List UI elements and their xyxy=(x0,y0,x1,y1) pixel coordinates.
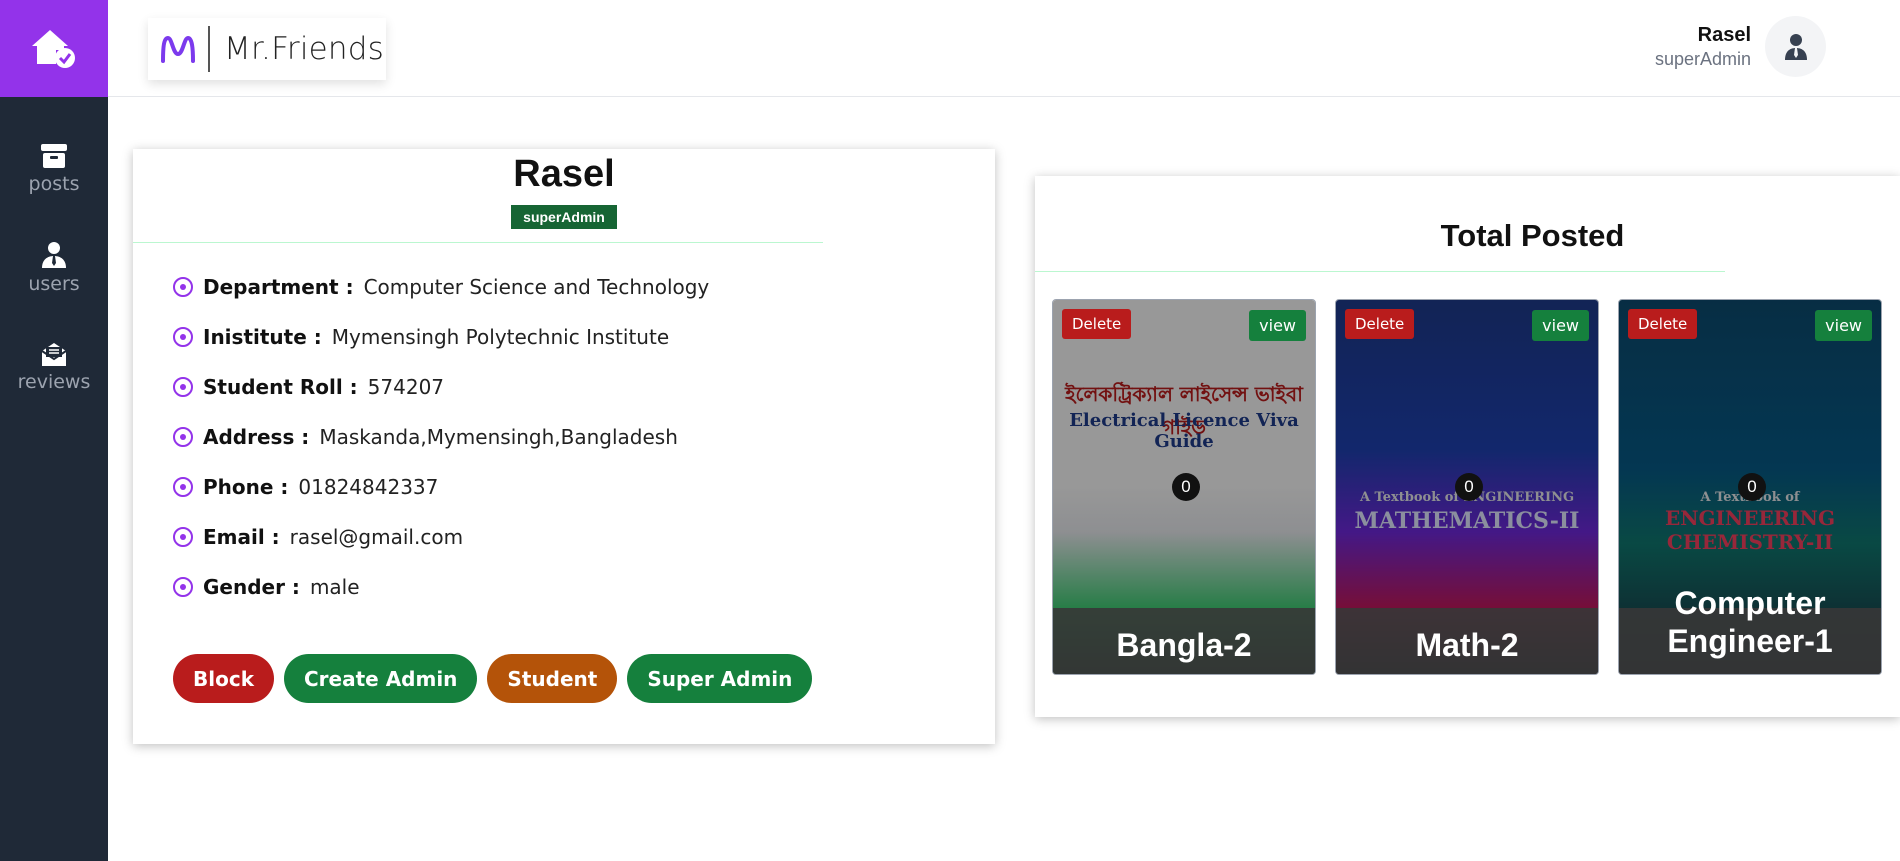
info-value: Maskanda,Mymensingh,Bangladesh xyxy=(319,425,678,449)
info-label: Student Roll : xyxy=(203,375,358,399)
sidebar-item-reviews[interactable]: reviews xyxy=(0,341,108,393)
role-badge: superAdmin xyxy=(511,205,617,229)
radio-dot-icon xyxy=(173,477,193,497)
radio-dot-icon xyxy=(173,527,193,547)
radio-dot-icon xyxy=(173,327,193,347)
view-button[interactable]: view xyxy=(1532,310,1589,341)
divider xyxy=(1035,271,1725,272)
sidebar-item-label: users xyxy=(28,273,80,295)
book-list: ইলেকট্রিক্যাল লাইসেন্স ভাইবা গাইড Electr… xyxy=(1052,299,1900,675)
home-logo[interactable] xyxy=(0,0,108,97)
user-menu[interactable]: Rasel superAdmin xyxy=(1655,16,1826,77)
brand-divider xyxy=(208,26,210,72)
info-row-phone: Phone : 01824842337 xyxy=(173,462,709,512)
brand-m-logo xyxy=(161,35,195,63)
divider xyxy=(133,242,823,243)
brand-logo[interactable]: Mr.Friends xyxy=(148,18,386,80)
info-row-address: Address : Maskanda,Mymensingh,Bangladesh xyxy=(173,412,709,462)
info-value: Computer Science and Technology xyxy=(363,275,710,299)
info-row-gender: Gender : male xyxy=(173,562,709,612)
super-admin-button[interactable]: Super Admin xyxy=(627,654,813,703)
delete-button[interactable]: Delete xyxy=(1345,309,1415,339)
header-user-role: superAdmin xyxy=(1654,48,1751,69)
avatar[interactable] xyxy=(1765,16,1826,77)
brand-name: Mr.Friends xyxy=(224,31,384,67)
profile-card: Rasel superAdmin Department : Computer S… xyxy=(133,149,995,744)
info-row-email: Email : rasel@gmail.com xyxy=(173,512,709,562)
book-card[interactable]: ইলেকট্রিক্যাল লাইসেন্স ভাইবা গাইড Electr… xyxy=(1052,299,1316,675)
book-card[interactable]: A Textbook of ENGINEERING MATHEMATICS-II… xyxy=(1335,299,1599,675)
sidebar-item-label: reviews xyxy=(17,371,91,393)
radio-dot-icon xyxy=(173,427,193,447)
post-count-badge: 0 xyxy=(1172,473,1200,501)
info-label: Gender : xyxy=(203,575,300,599)
book-title: Bangla-2 xyxy=(1116,627,1252,663)
info-row-roll: Student Roll : 574207 xyxy=(173,362,709,412)
sidebar-item-posts[interactable]: posts xyxy=(0,143,108,195)
view-button[interactable]: view xyxy=(1249,310,1306,341)
posted-title: Total Posted xyxy=(1440,218,1625,253)
radio-dot-icon xyxy=(173,377,193,397)
profile-name: Rasel xyxy=(513,153,615,195)
create-admin-button[interactable]: Create Admin xyxy=(284,654,478,703)
book-title: Math-2 xyxy=(1415,627,1519,663)
info-value: 01824842337 xyxy=(298,475,439,499)
student-button[interactable]: Student xyxy=(487,654,618,703)
user-avatar-icon xyxy=(1784,33,1807,60)
book-card[interactable]: A Textbook of ENGINEERING CHEMISTRY-II D… xyxy=(1618,299,1882,675)
book-title: Computer Engineer-1 xyxy=(1667,585,1833,659)
envelope-open-icon xyxy=(41,343,67,366)
profile-actions: Block Create Admin Student Super Admin xyxy=(173,654,822,703)
post-count-badge: 0 xyxy=(1738,473,1766,501)
info-label: Inistitute : xyxy=(203,325,322,349)
user-tie-icon xyxy=(42,242,66,268)
total-posted-card: Total Posted ইলেকট্রিক্যাল লাইসেন্স ভাইব… xyxy=(1035,176,1900,717)
info-value: Mymensingh Polytechnic Institute xyxy=(331,325,670,349)
header-user-name: Rasel xyxy=(1697,23,1751,46)
profile-info-list: Department : Computer Science and Techno… xyxy=(173,262,709,612)
info-label: Address : xyxy=(203,425,310,449)
archive-box-icon xyxy=(41,144,67,168)
info-label: Phone : xyxy=(203,475,289,499)
radio-dot-icon xyxy=(173,277,193,297)
radio-dot-icon xyxy=(173,577,193,597)
sidebar-item-users[interactable]: users xyxy=(0,241,108,295)
info-value: rasel@gmail.com xyxy=(289,525,464,549)
info-row-department: Department : Computer Science and Techno… xyxy=(173,262,709,312)
view-button[interactable]: view xyxy=(1815,310,1872,341)
delete-button[interactable]: Delete xyxy=(1628,309,1698,339)
top-header: Mr.Friends Rasel superAdmin xyxy=(108,0,1900,97)
info-value: male xyxy=(309,575,360,599)
info-value: 574207 xyxy=(367,375,445,399)
sidebar-item-label: posts xyxy=(28,173,80,195)
info-row-institute: Inistitute : Mymensingh Polytechnic Inst… xyxy=(173,312,709,362)
delete-button[interactable]: Delete xyxy=(1062,309,1132,339)
info-label: Email : xyxy=(203,525,280,549)
sidebar: posts users reviews xyxy=(0,0,108,861)
home-check-icon xyxy=(32,29,75,68)
block-button[interactable]: Block xyxy=(173,654,274,703)
post-count-badge: 0 xyxy=(1455,473,1483,501)
info-label: Department : xyxy=(203,275,354,299)
